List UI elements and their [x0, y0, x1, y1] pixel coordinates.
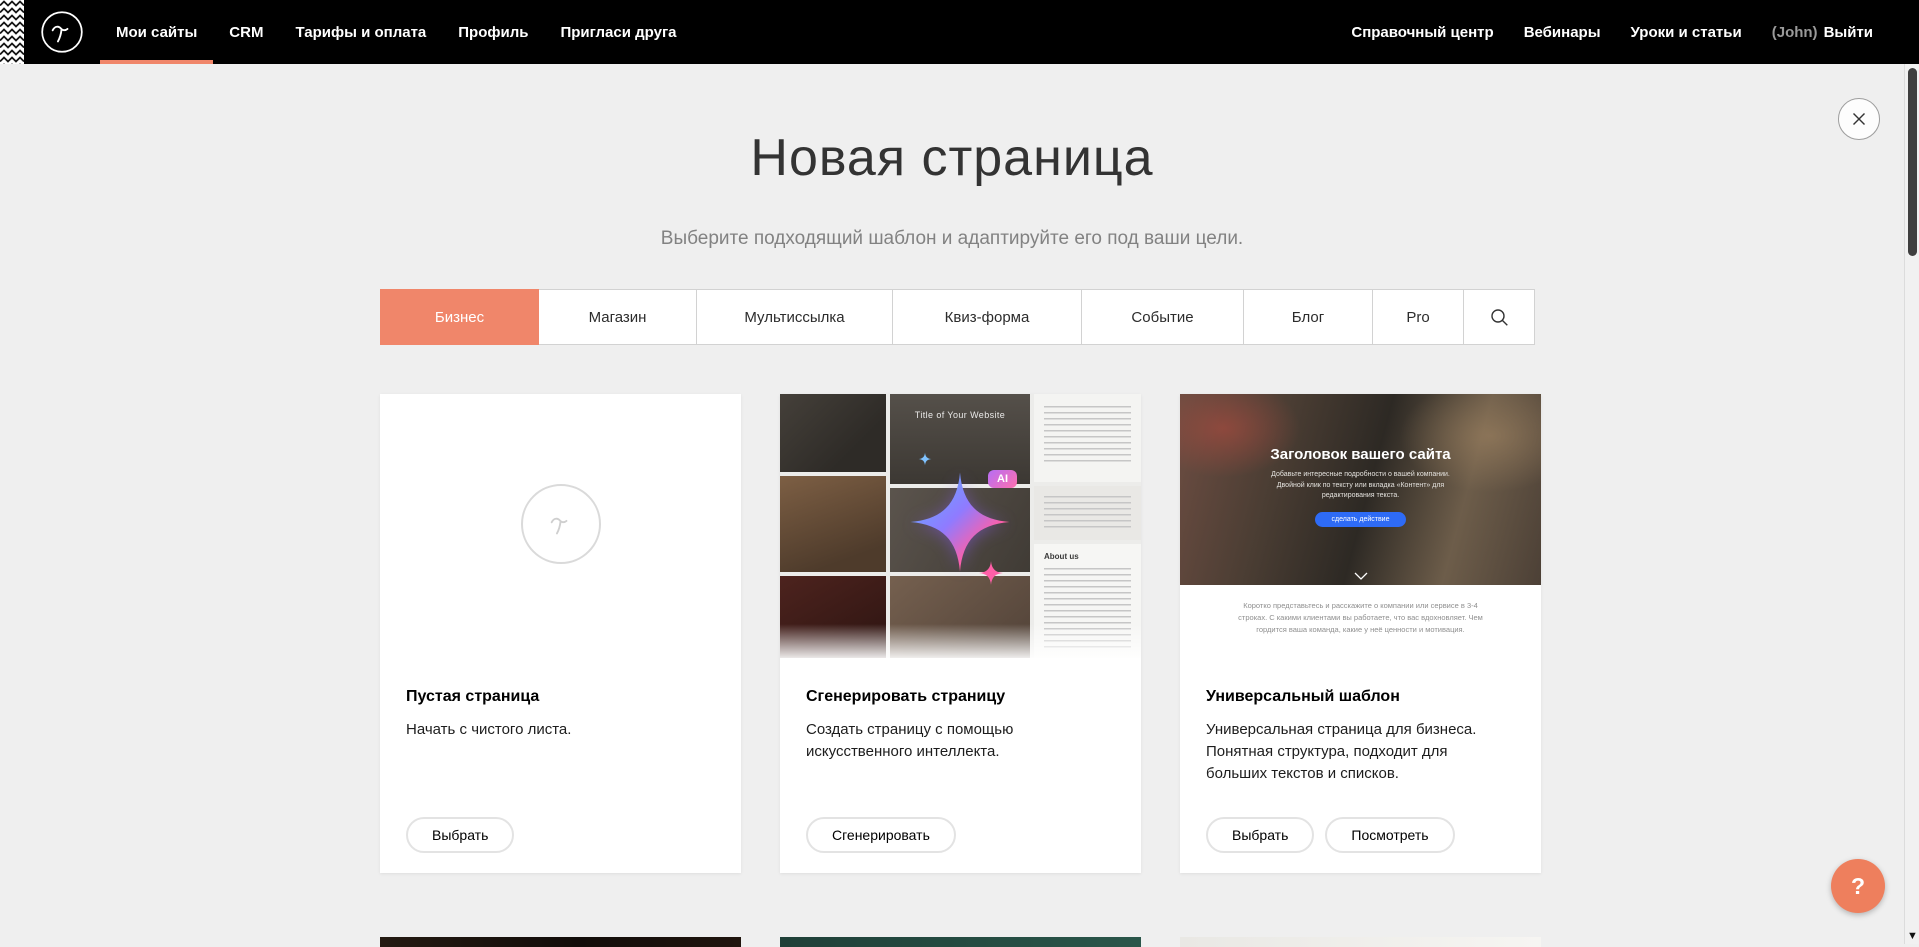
generate-button[interactable]: Сгенерировать — [806, 817, 956, 853]
preview-cta-button: сделать действие — [1315, 512, 1407, 527]
preview-subtext: Добавьте интересные подробности о вашей … — [1257, 470, 1465, 502]
tab-multilink[interactable]: Мультиссылка — [696, 289, 893, 345]
collage-photo — [780, 476, 886, 572]
generate-preview: Title of Your Website About us — [780, 394, 1141, 658]
preview-paragraph: Коротко представьтесь и расскажите о ком… — [1180, 585, 1541, 636]
universal-preview: Заголовок вашего сайта Добавьте интересн… — [1180, 394, 1541, 658]
nav-profile[interactable]: Профиль — [442, 0, 544, 64]
template-card-partial[interactable] — [380, 937, 741, 947]
nav-help-center[interactable]: Справочный центр — [1336, 24, 1508, 41]
card-title: Универсальный шаблон — [1206, 688, 1515, 706]
tilda-watermark-icon — [521, 484, 601, 564]
nav-my-sites[interactable]: Мои сайты — [100, 0, 213, 64]
ai-badge: AI — [988, 470, 1017, 488]
card-actions: Выбрать — [406, 817, 514, 853]
nav-webinars[interactable]: Вебинары — [1509, 24, 1616, 41]
nav-crm[interactable]: CRM — [213, 0, 279, 64]
logout-link[interactable]: Выйти — [1824, 24, 1873, 41]
ai-star-tiny-icon — [918, 452, 932, 466]
user-name: (John) — [1772, 24, 1818, 41]
tab-event[interactable]: Событие — [1081, 289, 1244, 345]
topbar-nav-right: Справочный центр Вебинары Уроки и статьи… — [1336, 0, 1919, 64]
scrollbar-down-arrow-icon[interactable]: ▼ — [1905, 930, 1919, 942]
template-card-partial[interactable] — [1180, 937, 1541, 947]
tab-quiz-form[interactable]: Квиз-форма — [892, 289, 1082, 345]
card-title: Пустая страница — [406, 688, 715, 706]
tab-pro[interactable]: Pro — [1372, 289, 1464, 345]
chevron-down-icon — [1354, 572, 1368, 580]
scrollbar[interactable]: ▼ — [1904, 64, 1919, 944]
collage-photo — [780, 394, 886, 472]
preview-hero: Заголовок вашего сайта Добавьте интересн… — [1180, 394, 1541, 585]
user-box: (John) Выйти — [1757, 24, 1873, 41]
help-button[interactable]: ? — [1831, 859, 1885, 913]
tab-business[interactable]: Бизнес — [380, 289, 539, 345]
view-button[interactable]: Посмотреть — [1325, 817, 1454, 853]
zigzag-pattern — [0, 0, 24, 64]
tab-blog[interactable]: Блог — [1243, 289, 1373, 345]
nav-tariffs[interactable]: Тарифы и оплата — [279, 0, 442, 64]
preview-about-label: About us — [1044, 552, 1079, 561]
nav-lessons[interactable]: Уроки и статьи — [1616, 24, 1757, 41]
ai-star-small-icon — [978, 560, 1004, 586]
template-card-blank[interactable]: Пустая страница Начать с чистого листа. … — [380, 394, 741, 873]
card-actions: Выбрать Посмотреть — [1206, 817, 1455, 853]
choose-button[interactable]: Выбрать — [1206, 817, 1314, 853]
help-button-label: ? — [1851, 873, 1865, 900]
card-title: Сгенерировать страницу — [806, 688, 1115, 706]
close-button[interactable] — [1838, 98, 1880, 140]
page-subtitle: Выберите подходящий шаблон и адаптируйте… — [0, 228, 1904, 250]
template-card-generate[interactable]: Title of Your Website About us — [780, 394, 1141, 873]
blank-preview — [380, 394, 741, 658]
tab-store[interactable]: Магазин — [538, 289, 697, 345]
template-card-universal[interactable]: Заголовок вашего сайта Добавьте интересн… — [1180, 394, 1541, 873]
choose-button[interactable]: Выбрать — [406, 817, 514, 853]
tilda-logo[interactable] — [24, 0, 100, 64]
page-title: Новая страница — [0, 128, 1904, 188]
card-description: Создать страницу с помощью искусственног… — [806, 719, 1108, 763]
card-actions: Сгенерировать — [806, 817, 956, 853]
template-category-tabs: Бизнес Магазин Мультиссылка Квиз-форма С… — [380, 289, 1542, 345]
card-description: Начать с чистого листа. — [406, 719, 708, 741]
collage-fade — [780, 624, 1141, 658]
card-description: Универсальная страница для бизнеса. Поня… — [1206, 719, 1508, 784]
topbar: Мои сайты CRM Тарифы и оплата Профиль Пр… — [0, 0, 1919, 64]
nav-invite-friend[interactable]: Пригласи друга — [544, 0, 692, 64]
topbar-nav-left: Мои сайты CRM Тарифы и оплата Профиль Пр… — [100, 0, 693, 64]
tilda-logo-icon — [40, 10, 84, 54]
collage-card — [1034, 394, 1141, 482]
template-cards-row: Пустая страница Начать с чистого листа. … — [380, 394, 1542, 873]
preview-heading: Заголовок вашего сайта — [1180, 394, 1541, 463]
template-card-partial[interactable] — [780, 937, 1141, 947]
tab-search[interactable] — [1463, 289, 1535, 345]
preview-site-title: Title of Your Website — [890, 410, 1030, 420]
collage-card — [1034, 486, 1141, 540]
scrollbar-thumb[interactable] — [1908, 68, 1917, 256]
search-icon — [1490, 308, 1509, 327]
close-icon — [1851, 111, 1867, 127]
template-cards-next-row — [380, 937, 1542, 947]
